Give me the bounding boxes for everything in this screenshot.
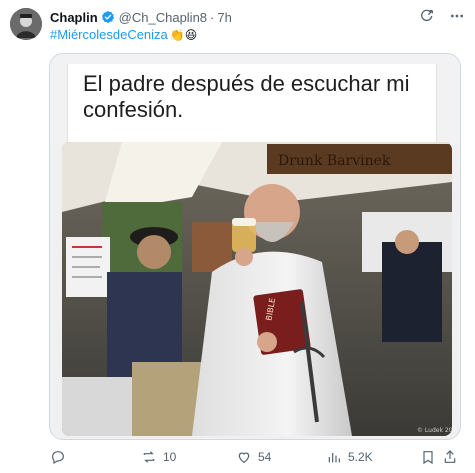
- retweet-icon: [143, 451, 155, 463]
- bookmark-button[interactable]: [420, 449, 436, 465]
- avatar[interactable]: [10, 8, 42, 40]
- bookmark-icon: [423, 451, 433, 465]
- priest-drinking-image: Drunk Barvinek BIBLE © Ludek 20: [62, 142, 452, 436]
- retweet-count: 10: [163, 450, 177, 464]
- views-button[interactable]: 5.2K: [326, 449, 373, 465]
- views-count: 5.2K: [348, 450, 373, 464]
- svg-text:© Ludek 2012: © Ludek 2012: [417, 427, 452, 434]
- like-button[interactable]: 54: [236, 449, 271, 465]
- tavern-sign-text: Drunk Barvinek: [278, 153, 391, 169]
- meme-photo[interactable]: Drunk Barvinek BIBLE © Ludek 20: [62, 142, 452, 436]
- tweet-header: Chaplin @Ch_Chaplin8 · 7h: [50, 8, 465, 26]
- tweet-card[interactable]: Chaplin @Ch_Chaplin8 · 7h #MiércolesdeCe…: [0, 0, 475, 473]
- hashtag-link[interactable]: #MiércolesdeCeniza: [50, 27, 168, 42]
- grok-icon[interactable]: [419, 8, 435, 24]
- verified-badge-icon: [101, 10, 115, 24]
- views-icon: [328, 453, 340, 463]
- share-button[interactable]: [442, 449, 458, 465]
- reply-icon: [52, 451, 64, 465]
- tweet-text: #MiércolesdeCeniza 👏😆: [50, 27, 197, 42]
- meme-caption-area: El padre después de escuchar mi confesió…: [50, 54, 460, 144]
- more-icon[interactable]: [449, 8, 465, 24]
- tweet-actions: 10 54 5.2K: [50, 447, 456, 467]
- heart-icon: [238, 452, 250, 464]
- author-name[interactable]: Chaplin: [50, 10, 98, 25]
- post-time[interactable]: 7h: [217, 10, 231, 25]
- share-icon: [444, 450, 456, 463]
- meme-caption: El padre después de escuchar mi confesió…: [83, 71, 410, 122]
- emoji-text: 👏😆: [169, 27, 198, 42]
- retweet-button[interactable]: 10: [141, 449, 176, 465]
- like-count: 54: [258, 450, 272, 464]
- separator-dot: ·: [210, 9, 215, 25]
- reply-button[interactable]: [50, 449, 72, 465]
- media-card[interactable]: El padre después de escuchar mi confesió…: [49, 53, 461, 440]
- author-handle[interactable]: @Ch_Chaplin8: [119, 10, 207, 25]
